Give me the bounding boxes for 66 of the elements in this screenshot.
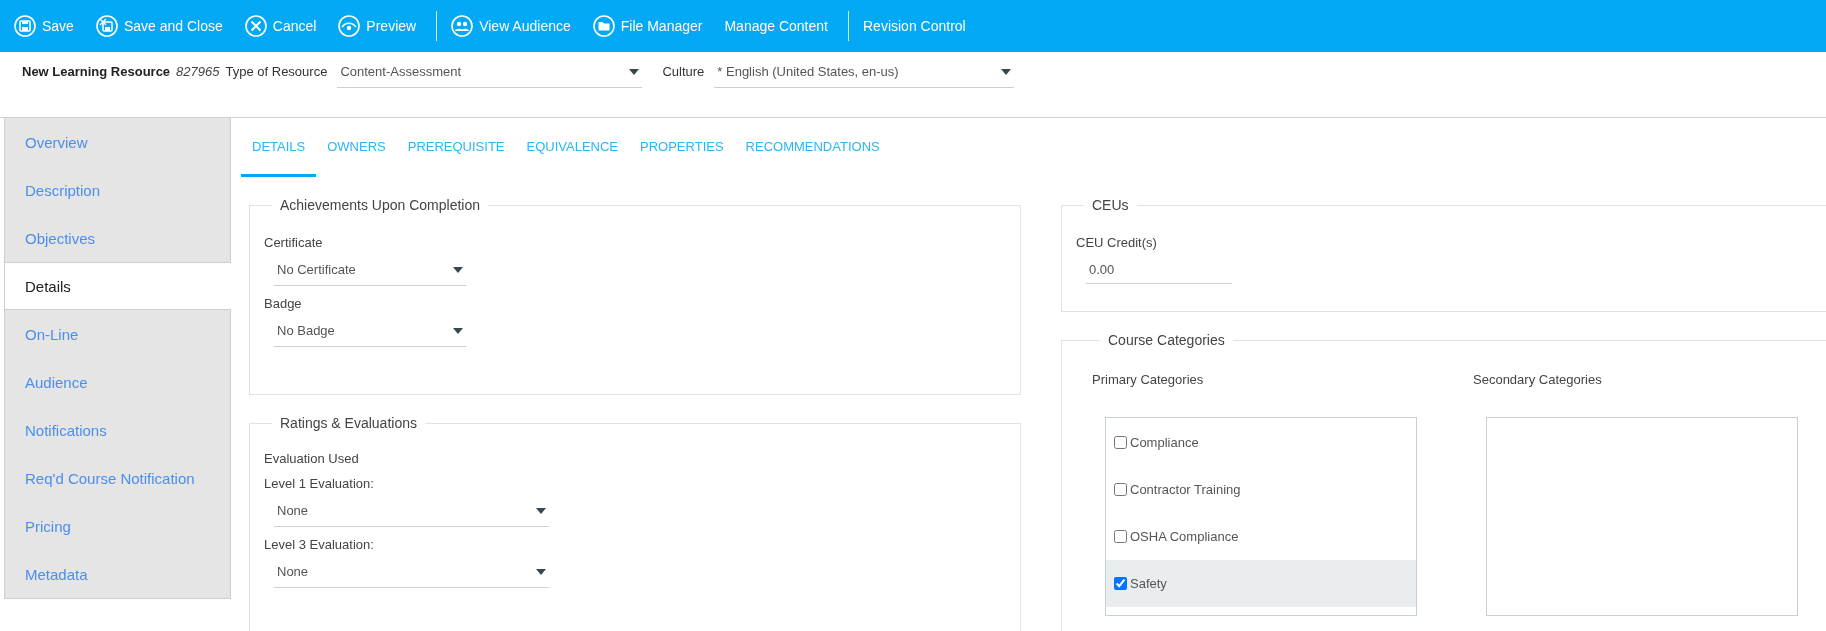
toolbar-button[interactable]: Preview [330, 9, 425, 43]
field-label: Culture [662, 63, 705, 79]
caret-icon [453, 327, 463, 334]
category-option[interactable]: OSHA Compliance [1106, 513, 1416, 560]
section-label: Evaluation Used [264, 451, 360, 466]
checkbox[interactable] [1114, 530, 1127, 543]
sidebar-item[interactable]: On-Line [5, 310, 230, 358]
sidebar-item[interactable]: Details [5, 262, 231, 310]
field-label: CEU Credit(s) [1076, 235, 1158, 250]
sidebar-item[interactable]: Pricing [5, 502, 230, 550]
checkbox[interactable] [1114, 483, 1127, 496]
checkbox[interactable] [1114, 436, 1127, 449]
input-field[interactable]: 0.00 [1086, 256, 1232, 284]
category-option[interactable]: Compliance [1106, 419, 1416, 466]
save-close-icon [95, 15, 118, 37]
save-icon [14, 15, 36, 37]
field-label: Badge [264, 296, 303, 311]
panel-title: CEUs [1091, 197, 1130, 213]
toolbar-button[interactable]: File Manager [584, 9, 711, 43]
tab[interactable]: DETAILS [241, 118, 317, 177]
category-option[interactable]: Safety [1106, 560, 1416, 607]
toolbar-button[interactable]: Cancel [236, 9, 325, 43]
sidebar-item[interactable]: Description [5, 166, 230, 214]
tab[interactable]: PREREQUISITE [396, 118, 516, 177]
dropdown-field[interactable]: None [274, 497, 549, 527]
sidebar-item[interactable]: Objectives [5, 214, 230, 262]
panel-title: Ratings & Evaluations [279, 415, 418, 431]
sidebar-item[interactable]: Audience [5, 358, 230, 406]
sidebar-item[interactable]: Metadata [5, 550, 230, 598]
toolbar-button[interactable]: Save [6, 9, 82, 43]
eye-icon [338, 15, 361, 37]
tab[interactable]: OWNERS [316, 118, 397, 177]
sidebar-item[interactable]: Overview [5, 118, 230, 166]
sidebar-item[interactable]: Req'd Course Notification [5, 454, 230, 502]
panel-title: Course Categories [1107, 332, 1226, 348]
caret-icon [629, 68, 640, 75]
field-label: Level 1 Evaluation: [264, 476, 375, 491]
dropdown-field[interactable]: No Badge [274, 317, 466, 347]
resource-id: 827965 [176, 63, 220, 79]
toolbar-button[interactable]: Save and Close [87, 9, 231, 43]
caret-icon [1001, 68, 1012, 75]
toolbar-button[interactable]: View Audience [443, 9, 579, 43]
caret-icon [536, 568, 546, 575]
sidebar-item[interactable]: Notifications [5, 406, 230, 454]
toolbar-button[interactable]: Revision Control [855, 12, 974, 40]
panel-title: Achievements Upon Completion [279, 197, 481, 213]
cancel-icon [244, 15, 267, 37]
folder-icon [592, 15, 615, 37]
toolbar-button[interactable]: Manage Content [716, 12, 836, 40]
checkbox[interactable] [1114, 577, 1127, 590]
field-label: Level 3 Evaluation: [264, 537, 375, 552]
caret-icon [536, 507, 546, 514]
dropdown-field[interactable]: Content-Assessment [337, 58, 643, 88]
tab[interactable]: RECOMMENDATIONS [734, 118, 891, 177]
resource-title: New Learning Resource [22, 63, 171, 79]
dropdown-field[interactable]: No Certificate [274, 256, 466, 286]
dropdown-field[interactable]: None [274, 558, 549, 588]
tab[interactable]: PROPERTIES [629, 118, 735, 177]
field-label: Certificate [264, 235, 324, 250]
dropdown-field[interactable]: * English (United States, en-us) [714, 58, 1015, 88]
field-label: Primary Categories [1092, 372, 1205, 387]
caret-icon [453, 266, 463, 273]
field-label: Secondary Categories [1473, 372, 1603, 387]
field-label: Type of Resource [225, 63, 328, 79]
tab[interactable]: EQUIVALENCE [515, 118, 630, 177]
category-option[interactable]: Contractor Training [1106, 466, 1416, 513]
